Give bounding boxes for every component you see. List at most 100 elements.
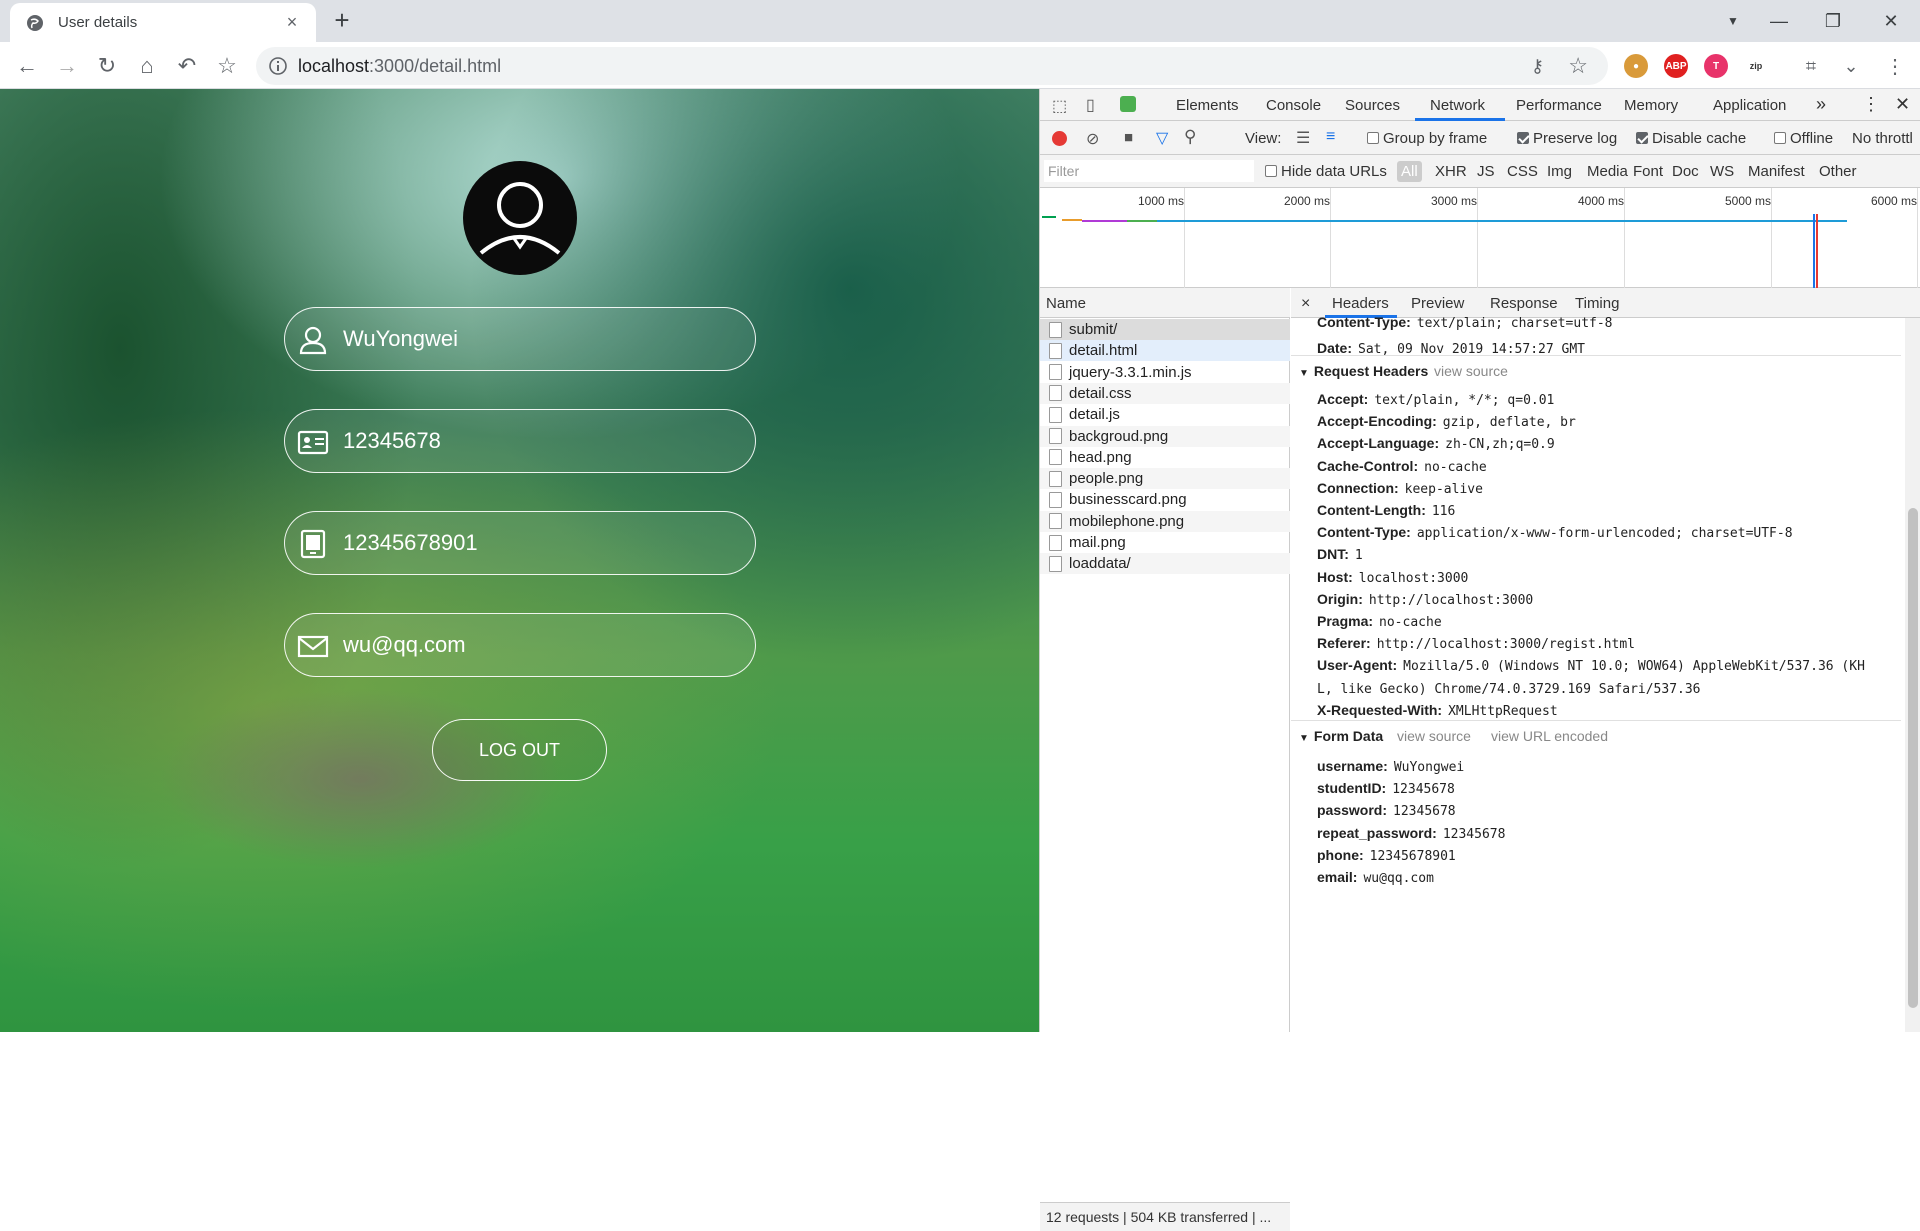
header-line: DNT: 1	[1317, 546, 1363, 563]
detail-tab-headers[interactable]: Headers	[1332, 295, 1389, 312]
phone-value: 12345678901	[343, 530, 478, 555]
throttling-select[interactable]: No throttl	[1852, 130, 1913, 147]
crop-extension-icon[interactable]: ⌗	[1796, 51, 1826, 81]
network-overview-timeline[interactable]: 1000 ms 2000 ms 3000 ms 4000 ms 5000 ms …	[1040, 188, 1920, 288]
network-status-bar: 12 requests | 504 KB transferred | ...	[1040, 1202, 1290, 1231]
browser-tab[interactable]: User details ×	[10, 3, 316, 42]
waterfall-icon[interactable]: ≡	[1326, 128, 1335, 146]
request-headers-toggle[interactable]: ▼ Request Headers	[1299, 363, 1428, 379]
request-headers-view-source[interactable]: view source	[1434, 363, 1508, 379]
form-data-view-source[interactable]: view source	[1397, 728, 1471, 744]
detail-tab-preview[interactable]: Preview	[1411, 295, 1464, 312]
screenshot-camera-icon[interactable]: ■	[1124, 129, 1133, 146]
request-row[interactable]: backgroud.png	[1040, 425, 1290, 447]
adblock-extension-icon[interactable]: ABP	[1664, 54, 1688, 78]
header-value: keep-alive	[1404, 481, 1483, 497]
t-extension-icon[interactable]: T	[1704, 54, 1728, 78]
undo-icon[interactable]: ↶	[172, 51, 202, 81]
filter-type-img[interactable]: Img	[1547, 163, 1572, 180]
tab-application[interactable]: Application	[1713, 97, 1786, 114]
group-by-frame-checkbox[interactable]: Group by frame	[1367, 130, 1487, 147]
filter-input[interactable]: Filter	[1044, 160, 1254, 182]
menu-dots-icon[interactable]: ⋮	[1880, 51, 1910, 81]
request-row[interactable]: businesscard.png	[1040, 489, 1290, 510]
hide-data-urls-checkbox[interactable]: Hide data URLs	[1265, 163, 1387, 180]
tab-close-icon[interactable]: ×	[282, 12, 302, 33]
detail-close-icon[interactable]: ×	[1301, 295, 1310, 313]
filter-type-other[interactable]: Other	[1819, 163, 1857, 180]
disable-cache-checkbox[interactable]: Disable cache	[1636, 130, 1746, 147]
zip-extension-icon[interactable]: zip	[1744, 54, 1768, 78]
scrollbar-thumb[interactable]	[1908, 508, 1918, 1008]
more-tabs-icon[interactable]: »	[1816, 94, 1826, 115]
large-rows-icon[interactable]: ☰	[1296, 128, 1310, 148]
request-row[interactable]: head.png	[1040, 447, 1290, 468]
tab-sources[interactable]: Sources	[1345, 97, 1400, 114]
offline-checkbox[interactable]: Offline	[1774, 130, 1833, 147]
tab-elements[interactable]: Elements	[1176, 97, 1239, 114]
star-icon[interactable]: ☆	[1568, 53, 1588, 79]
header-key: email:	[1317, 869, 1358, 885]
request-row[interactable]: detail.html	[1040, 340, 1290, 362]
request-row[interactable]: mail.png	[1040, 532, 1290, 553]
extension-chevron-icon[interactable]: ⌄	[1836, 51, 1866, 81]
cookie-extension-icon[interactable]: ●	[1624, 54, 1648, 78]
close-window-icon[interactable]: ✕	[1866, 0, 1916, 42]
detail-tab-response[interactable]: Response	[1490, 295, 1558, 312]
forward-icon[interactable]: →	[52, 51, 82, 81]
filter-type-font[interactable]: Font	[1633, 163, 1663, 180]
tab-network[interactable]: Network	[1430, 97, 1485, 114]
record-icon[interactable]	[1052, 131, 1067, 146]
clear-icon[interactable]: ⊘	[1086, 129, 1099, 149]
filter-type-all[interactable]: All	[1397, 161, 1422, 182]
filter-type-manifest[interactable]: Manifest	[1748, 163, 1805, 180]
key-icon[interactable]: ⚷	[1531, 56, 1544, 77]
restore-icon[interactable]: ❐	[1808, 0, 1858, 42]
filter-icon[interactable]: ▽	[1156, 128, 1168, 148]
devtools-menu-icon[interactable]: ⋮	[1862, 94, 1880, 115]
logout-button[interactable]: LOG OUT	[432, 719, 607, 781]
minimize-icon[interactable]: —	[1754, 0, 1804, 42]
filter-type-doc[interactable]: Doc	[1672, 163, 1699, 180]
url-path: :3000/detail.html	[369, 56, 502, 76]
reload-icon[interactable]: ↻	[92, 51, 122, 81]
request-row[interactable]: detail.css	[1040, 382, 1290, 404]
detail-tab-timing[interactable]: Timing	[1575, 295, 1619, 312]
form-data-view-url-encoded[interactable]: view URL encoded	[1491, 728, 1608, 744]
devtools-close-icon[interactable]: ✕	[1895, 94, 1910, 115]
request-row[interactable]: detail.js	[1040, 404, 1290, 425]
home-icon[interactable]: ⌂	[132, 51, 162, 81]
filter-type-media[interactable]: Media	[1587, 163, 1628, 180]
extension-hex-icon[interactable]	[1120, 96, 1136, 112]
search-icon[interactable]: ⚲	[1184, 127, 1196, 147]
tab-search-icon[interactable]: ▼	[1708, 0, 1758, 42]
bookmark-star-icon[interactable]: ☆	[212, 51, 242, 81]
preserve-log-checkbox[interactable]: Preserve log	[1517, 130, 1617, 147]
request-row[interactable]: mobilephone.png	[1040, 510, 1290, 532]
request-row[interactable]: loaddata/	[1040, 553, 1290, 575]
request-row[interactable]: people.png	[1040, 468, 1290, 490]
filter-type-js[interactable]: JS	[1477, 163, 1495, 180]
form-data-toggle[interactable]: ▼ Form Data	[1299, 728, 1383, 744]
url-host: localhost	[298, 56, 370, 76]
tab-performance[interactable]: Performance	[1516, 97, 1602, 114]
detail-scrollbar[interactable]	[1905, 318, 1920, 1032]
timeline-gridline	[1624, 188, 1625, 288]
inspect-element-icon[interactable]: ⬚	[1052, 96, 1067, 116]
device-toolbar-icon[interactable]: ▯	[1086, 95, 1095, 115]
filter-type-xhr[interactable]: XHR	[1435, 163, 1467, 180]
filter-type-ws[interactable]: WS	[1710, 163, 1734, 180]
file-icon	[1049, 321, 1062, 338]
header-line: L, like Gecko) Chrome/74.0.3729.169 Safa…	[1317, 680, 1701, 697]
request-row[interactable]: submit/	[1040, 319, 1290, 340]
file-icon	[1049, 470, 1062, 487]
back-icon[interactable]: ←	[12, 51, 42, 81]
request-row[interactable]: jquery-3.3.1.min.js	[1040, 362, 1290, 383]
tab-memory[interactable]: Memory	[1624, 97, 1678, 114]
tab-console[interactable]: Console	[1266, 97, 1321, 114]
filter-type-css[interactable]: CSS	[1507, 163, 1538, 180]
name-column-header[interactable]: Name	[1040, 288, 1290, 318]
address-bar[interactable]: localhost:3000/detail.html ⚷ ☆	[256, 47, 1608, 85]
file-icon	[1049, 513, 1062, 530]
new-tab-button[interactable]: +	[327, 7, 357, 33]
